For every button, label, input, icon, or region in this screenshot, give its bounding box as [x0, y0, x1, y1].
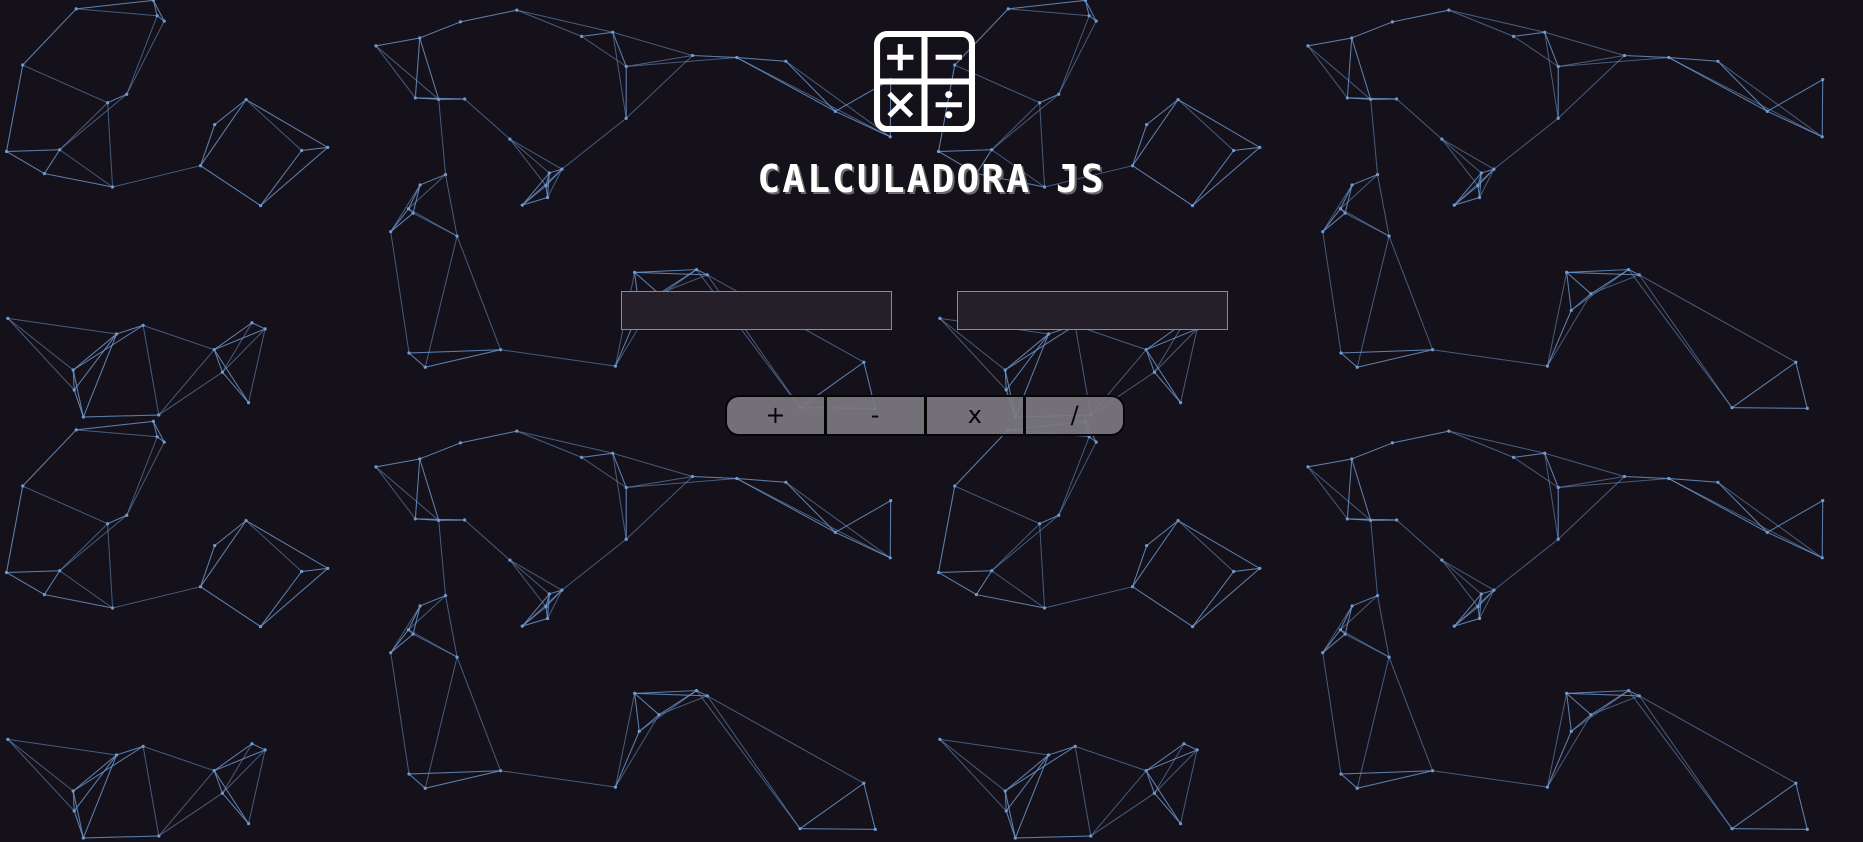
multiply-button[interactable]: x [923, 397, 1024, 434]
add-button[interactable]: + [727, 397, 824, 434]
operations-button-group: + - x / [725, 395, 1125, 436]
divide-button[interactable]: / [1023, 397, 1123, 434]
page-title: CALCULADORA JS [757, 157, 1106, 201]
calculator-operators-icon [874, 31, 975, 132]
first-number-input[interactable] [621, 291, 892, 330]
subtract-button[interactable]: - [823, 397, 924, 434]
app-stage: CALCULADORA JS + - x / [0, 0, 1863, 842]
second-number-input[interactable] [957, 291, 1228, 330]
